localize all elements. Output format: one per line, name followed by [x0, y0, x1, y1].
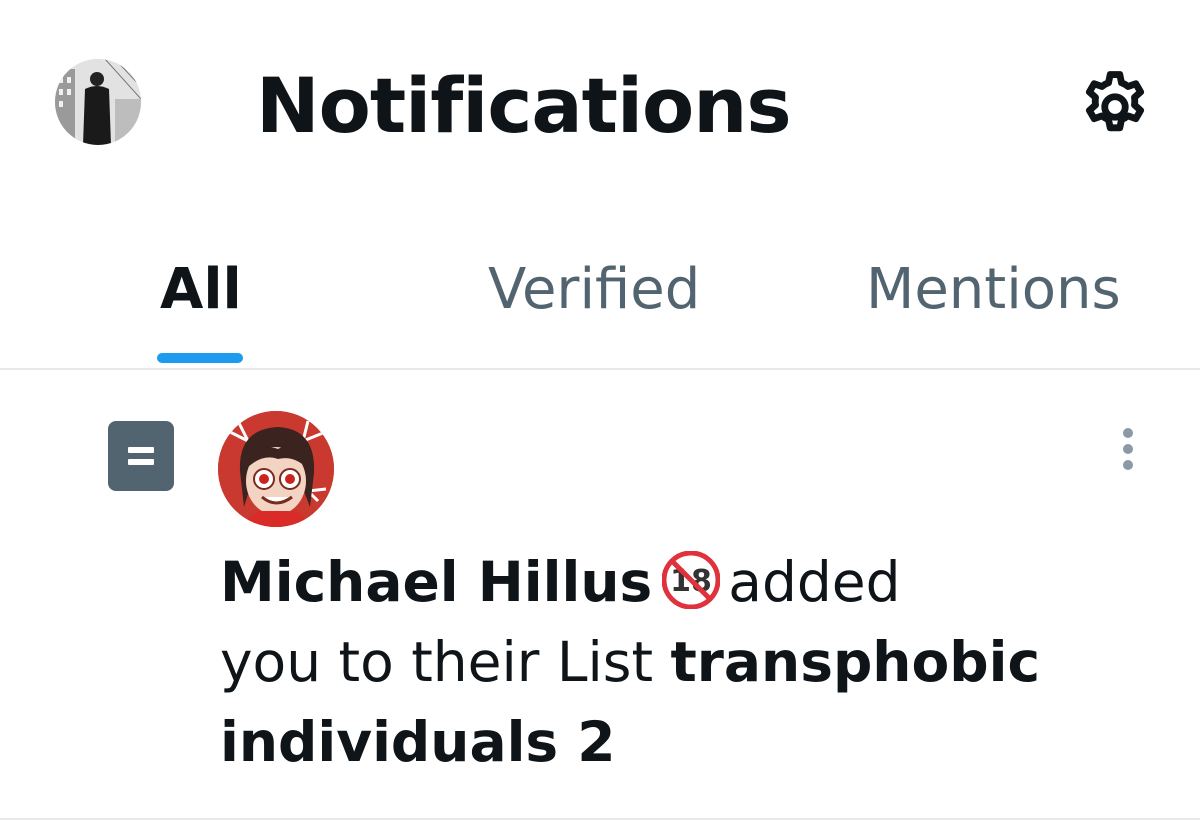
user-avatar[interactable] — [55, 59, 141, 145]
notification-line2: you to their List — [220, 630, 654, 694]
tab-all[interactable]: All — [160, 255, 242, 325]
list-name-part2-link[interactable]: individuals 2 — [220, 710, 616, 774]
actor-avatar[interactable] — [218, 411, 334, 527]
top-bar: Notifications — [0, 0, 1200, 210]
no-under-18-emoji: 18 — [661, 550, 721, 610]
list-name-part1-link[interactable]: transphobic — [671, 630, 1041, 694]
actor-avatar-icon — [218, 411, 334, 527]
notification-text: Michael Hillus18added you to their List … — [220, 542, 1120, 782]
active-tab-indicator — [157, 353, 243, 363]
list-icon — [108, 421, 174, 491]
user-avatar-icon — [55, 59, 141, 145]
settings-button[interactable] — [1074, 66, 1156, 148]
tab-verified[interactable]: Verified — [488, 255, 700, 325]
notification-item[interactable]: Michael Hillus18added you to their List … — [0, 370, 1200, 820]
notification-verb: added — [728, 550, 901, 614]
notification-tabs: All Verified Mentions — [0, 225, 1200, 370]
tab-mentions[interactable]: Mentions — [866, 255, 1121, 325]
actor-name-link[interactable]: Michael Hillus — [220, 550, 652, 614]
gear-icon — [1085, 71, 1145, 132]
page-title: Notifications — [256, 61, 792, 150]
more-options-button[interactable] — [1112, 420, 1144, 472]
